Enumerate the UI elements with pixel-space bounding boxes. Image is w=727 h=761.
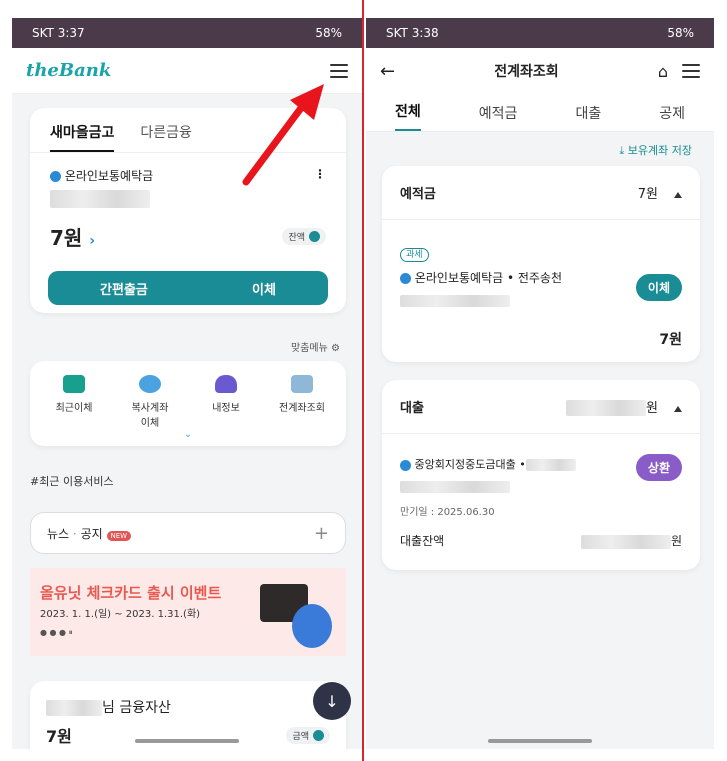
loan-repay-button[interactable]: 상환 [635,454,682,481]
thebank-logo[interactable]: theBank [26,60,111,81]
news-notice-bar[interactable]: 뉴스 · 공지 NEW + [30,512,346,554]
page-title: 전계좌조회 [494,64,559,80]
new-badge: NEW [106,530,132,541]
balance-amount[interactable]: 7원 [50,226,82,250]
tax-tag: 과세 [400,248,429,262]
app-bar: ← 전계좌조회 ⌂ [366,48,714,94]
user-name-masked [46,700,102,716]
menu-icon[interactable] [682,64,700,78]
right-screen: SKT 3:38 58% ← 전계좌조회 ⌂ 전체 예적금 대출 공제 ⤓ 보유… [366,18,714,749]
loan-header[interactable]: 대출 원 [382,380,700,434]
chevron-right-icon[interactable]: › [89,233,95,249]
custom-menu-link[interactable]: 맞춤메뉴 ⚙ [291,339,340,354]
amount-toggle[interactable]: 금액 [286,726,330,744]
account-action-bar: 간편출금 이체 [48,271,328,305]
deposit-header[interactable]: 예적금 7원 [382,166,700,220]
account-number-masked [50,190,150,208]
quick-copy-transfer[interactable]: 복사계좌 이체 [115,375,185,429]
deposit-number-masked [400,295,510,307]
home-indicator [488,739,592,743]
battery-text: 58% [667,26,694,40]
balance-toggle[interactable]: 잔액 [282,228,326,245]
divider [362,0,364,761]
quick-menu: 최근이체 복사계좌 이체 내정보 전계좌조회 ⌄ [30,361,346,446]
home-icon[interactable]: ⌂ [658,62,668,81]
save-holding-button[interactable]: ⤓ 보유계좌 저장 [619,142,692,158]
collapse-icon [674,405,682,412]
scroll-down-button[interactable]: ↓ [313,682,351,720]
status-time: SKT 3:37 [32,26,85,40]
loan-maturity: 만기일 : 2025.06.30 [400,507,495,518]
loan-account: 중앙회지정중도금대출 • [414,458,526,471]
deposit-icon [400,273,411,284]
quick-recent-transfer[interactable]: 최근이체 [39,375,109,429]
menu-icon[interactable] [330,63,348,78]
loan-number-masked [400,481,510,493]
mascot-image [292,604,332,648]
tab-loan[interactable]: 대출 [575,103,601,131]
deposit-card: 예적금 7원 과세 온라인보통예탁금 • 전주송천 이체 7원 [382,166,700,362]
status-bar: SKT 3:38 58% [366,18,714,48]
red-arrow-annotation [242,84,324,186]
home-indicator [135,739,239,743]
deposit-account: 온라인보통예탁금 • 전주송천 [414,271,563,285]
plus-icon[interactable]: + [314,523,329,544]
deposit-transfer-button[interactable]: 이체 [635,274,682,301]
quick-withdraw-button[interactable]: 간편출금 [100,279,148,298]
quick-my-info[interactable]: 내정보 [191,375,261,429]
assets-title: 님 금융자산 [102,700,171,716]
recent-services-title: #최근 이용서비스 [30,475,114,488]
status-bar: SKT 3:37 58% [12,18,362,48]
deposit-total: 7원 [637,187,658,202]
tab-other-finance[interactable]: 다른금융 [140,122,192,152]
assets-amount: 7원 [46,727,72,746]
back-arrow-icon[interactable]: ← [380,61,395,82]
expand-icon[interactable]: ⌄ [30,429,346,440]
battery-text: 58% [315,26,342,40]
account-tabs: 전체 예적금 대출 공제 [366,94,714,132]
status-time: SKT 3:38 [386,26,439,40]
banner-pager[interactable]: ● ● ● ⏸ [40,628,73,638]
loan-card: 대출 원 중앙회지정중도금대출 • 상환 만기일 : 2025.06.30 대출… [382,380,700,570]
deposit-icon [50,171,61,182]
account-type: 온라인보통예탁금 [64,169,154,183]
event-banner[interactable]: 올유닛 체크카드 출시 이벤트 2023. 1. 1.(일) ~ 2023. 1… [30,568,346,656]
collapse-icon [674,192,682,198]
loan-balance-masked [580,534,671,549]
tab-deduction[interactable]: 공제 [659,103,685,131]
tab-all[interactable]: 전체 [395,101,421,131]
loan-balance-label: 대출잔액 [400,534,445,548]
tab-saemaeul[interactable]: 새마을금고 [50,122,115,152]
loan-icon [400,459,411,471]
deposit-amount: 7원 [659,332,682,348]
transfer-button[interactable]: 이체 [252,279,276,298]
quick-all-accounts[interactable]: 전계좌조회 [267,375,337,429]
loan-total-masked [566,400,647,417]
tab-deposit[interactable]: 예적금 [479,103,518,131]
